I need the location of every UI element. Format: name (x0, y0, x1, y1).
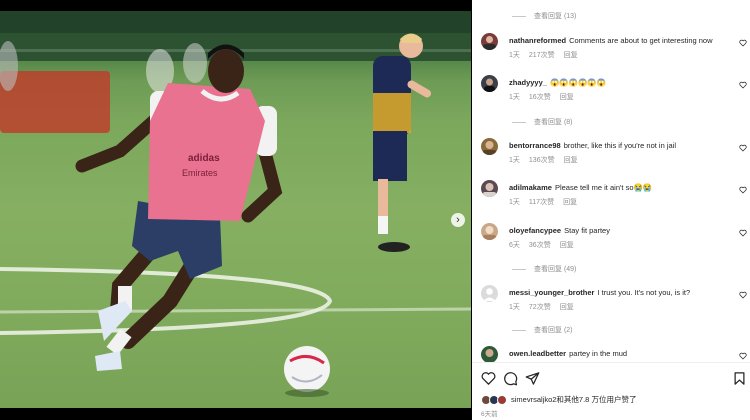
comment-text: Comments are about to get interesting no… (569, 36, 713, 45)
reply-button[interactable]: 回复 (564, 157, 578, 164)
comment-meta: 1天 217次赞 回复 (509, 52, 578, 59)
comment-text: I trust you. It's not you, is it? (597, 288, 691, 297)
comment-username[interactable]: oloyefancypee (509, 226, 561, 235)
comments-panel: 查看回复 (13) nathanreformed Comments are abo… (472, 0, 750, 420)
training-photo-illustration: adidas Emirates (0, 11, 471, 397)
like-comment-heart-icon[interactable] (739, 39, 747, 47)
reply-button[interactable]: 回复 (563, 199, 577, 206)
like-comment-heart-icon[interactable] (739, 186, 747, 194)
liker-avatar (497, 394, 507, 405)
avatar[interactable] (481, 346, 498, 362)
avatar[interactable] (481, 33, 498, 50)
comment-item: adilmakame Please tell me it ain't so😭😭 1… (481, 180, 747, 214)
avatar[interactable] (481, 285, 498, 302)
reply-button[interactable]: 回复 (564, 52, 578, 59)
view-replies-button[interactable]: 查看回复 (8) (512, 117, 573, 127)
avatar[interactable] (481, 180, 498, 197)
comment-text: brother, like this if you're not in jail (563, 141, 677, 150)
liked-by-summary[interactable]: simevrsaljko2和其他7.8 万位用户赞了 (481, 394, 636, 405)
comment-username[interactable]: bentorrance98 (509, 141, 561, 150)
liked-by-text: simevrsaljko2和其他7.8 万位用户赞了 (511, 395, 637, 404)
football (284, 346, 330, 397)
comment-meta: 1天 16次赞 回复 (509, 94, 574, 101)
comment-text: 😱😱😱😱😱😱 (549, 78, 606, 87)
comment-username[interactable]: adilmakame (509, 183, 552, 192)
bib-sponsor-text: Emirates (182, 168, 218, 178)
comment-text: Stay fit partey (564, 226, 610, 235)
reply-button[interactable]: 回复 (560, 94, 574, 101)
reply-button[interactable]: 回复 (560, 242, 574, 249)
like-comment-heart-icon[interactable] (739, 291, 747, 299)
speech-bubble-icon[interactable] (503, 371, 518, 386)
comment-item: oloyefancypee Stay fit partey 6天 36次赞 回复 (481, 223, 747, 257)
comment-text: Please tell me it ain't so😭😭 (554, 183, 653, 192)
comment-username[interactable]: zhadyyyy_ (509, 78, 547, 87)
comment-text: partey in the mud (569, 349, 628, 358)
comment-meta: 1天 72次赞 回复 (509, 304, 574, 311)
post-photo: adidas Emirates › (0, 11, 471, 408)
comment-meta: 1天 136次赞 回复 (509, 157, 578, 164)
comment-meta: 6天 36次赞 回复 (509, 242, 574, 249)
avatar[interactable] (481, 223, 498, 240)
paper-plane-icon[interactable] (525, 371, 540, 386)
view-replies-button[interactable]: 查看回复 (49) (512, 264, 576, 274)
reply-button[interactable]: 回复 (560, 304, 574, 311)
bib-logo-text: adidas (188, 153, 220, 164)
avatar[interactable] (481, 75, 498, 92)
heart-outline-icon[interactable] (481, 371, 496, 386)
like-comment-heart-icon[interactable] (739, 144, 747, 152)
like-comment-heart-icon[interactable] (739, 81, 747, 89)
comments-list: 查看回复 (13) nathanreformed Comments are abo… (472, 0, 750, 362)
comment-item: messi_younger_brother I trust you. It's n… (481, 285, 747, 319)
comment-item: nathanreformed Comments are about to get … (481, 33, 747, 67)
view-replies-button[interactable]: 查看回复 (13) (512, 11, 576, 21)
comment-username[interactable]: messi_younger_brother (509, 288, 594, 297)
avatar[interactable] (481, 138, 498, 155)
comment-username[interactable]: owen.leadbetter (509, 349, 566, 358)
comment-meta: 1天 117次赞 回复 (509, 199, 578, 206)
bookmark-icon[interactable] (732, 371, 747, 386)
comment-item: zhadyyyy_ 😱😱😱😱😱😱 1天 16次赞 回复 (481, 75, 747, 109)
like-comment-heart-icon[interactable] (739, 229, 747, 237)
post-timestamp: 6天前 (481, 411, 498, 418)
comment-username[interactable]: nathanreformed (509, 36, 566, 45)
post-action-bar: simevrsaljko2和其他7.8 万位用户赞了 6天前 (472, 362, 750, 420)
next-image-chevron-icon[interactable]: › (451, 213, 465, 227)
like-comment-heart-icon[interactable] (739, 352, 747, 360)
comment-item: owen.leadbetter partey in the mud (481, 346, 747, 362)
comment-item: bentorrance98 brother, like this if you'r… (481, 138, 747, 172)
view-replies-button[interactable]: 查看回复 (2) (512, 325, 573, 335)
